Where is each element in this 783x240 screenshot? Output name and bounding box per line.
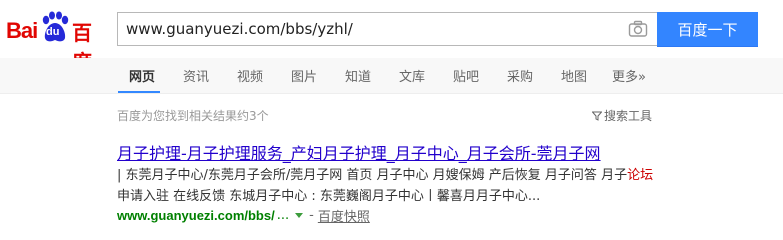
tab-purchase[interactable]: 采购	[507, 66, 533, 85]
tab-map[interactable]: 地图	[561, 66, 587, 85]
snippet-highlight: 论坛	[627, 168, 654, 183]
baidu-logo[interactable]: Bai du 百度	[6, 7, 109, 74]
tab-video[interactable]: 视频	[237, 66, 263, 85]
snippet-text: | 东莞月子中心/东莞月子会所/莞月子网 首页 月子中心 月嫂保姆 产后恢复 月…	[117, 168, 628, 183]
separator: -	[309, 208, 314, 223]
tab-web[interactable]: 网页	[129, 66, 155, 85]
tab-news[interactable]: 资讯	[183, 66, 209, 85]
result-count: 百度为您找到相关结果约3个	[117, 109, 269, 123]
logo-text-bai: Bai	[6, 18, 38, 43]
search-input[interactable]	[126, 13, 616, 45]
result-snippet-line1: | 东莞月子中心/东莞月子会所/莞月子网 首页 月子中心 月嫂保姆 产后恢复 月…	[117, 164, 653, 183]
result-url-ellipsis: ...	[276, 208, 290, 223]
camera-icon[interactable]	[628, 20, 648, 38]
result-snippet-line2: 申请入驻 在线反馈 东城月子中心 : 东莞巍阁月子中心丨馨喜月月子中心...	[117, 189, 541, 204]
tab-zhidao[interactable]: 知道	[345, 66, 371, 85]
tab-tieba[interactable]: 贴吧	[453, 66, 479, 85]
search-tools-label: 搜索工具	[604, 109, 653, 123]
tab-images[interactable]: 图片	[291, 66, 317, 85]
search-tools-button[interactable]: 搜索工具	[592, 107, 652, 124]
snapshot-link[interactable]: 百度快照	[318, 206, 370, 225]
tab-more[interactable]: 更多»	[612, 66, 646, 85]
result-url: www.guanyuezi.com/bbs/	[117, 208, 275, 223]
result-title-link[interactable]: 月子护理-月子护理服务_产妇月子护理_月子中心_月子会所-莞月子网	[117, 140, 601, 164]
nav-tabs: 网页 资讯 视频 图片 知道 文库 贴吧 采购 地图 更多»	[0, 58, 783, 94]
active-tab-indicator	[118, 91, 160, 93]
search-button[interactable]: 百度一下	[657, 12, 758, 47]
result-url-row: www.guanyuezi.com/bbs/ ... - 百度快照	[117, 206, 370, 225]
chevron-down-icon[interactable]	[295, 213, 304, 218]
logo-text-du: du	[46, 26, 60, 38]
header: Bai du 百度 百度一下	[0, 0, 783, 74]
funnel-icon	[592, 111, 602, 121]
tab-wenku[interactable]: 文库	[399, 66, 425, 85]
search-box	[117, 12, 657, 46]
